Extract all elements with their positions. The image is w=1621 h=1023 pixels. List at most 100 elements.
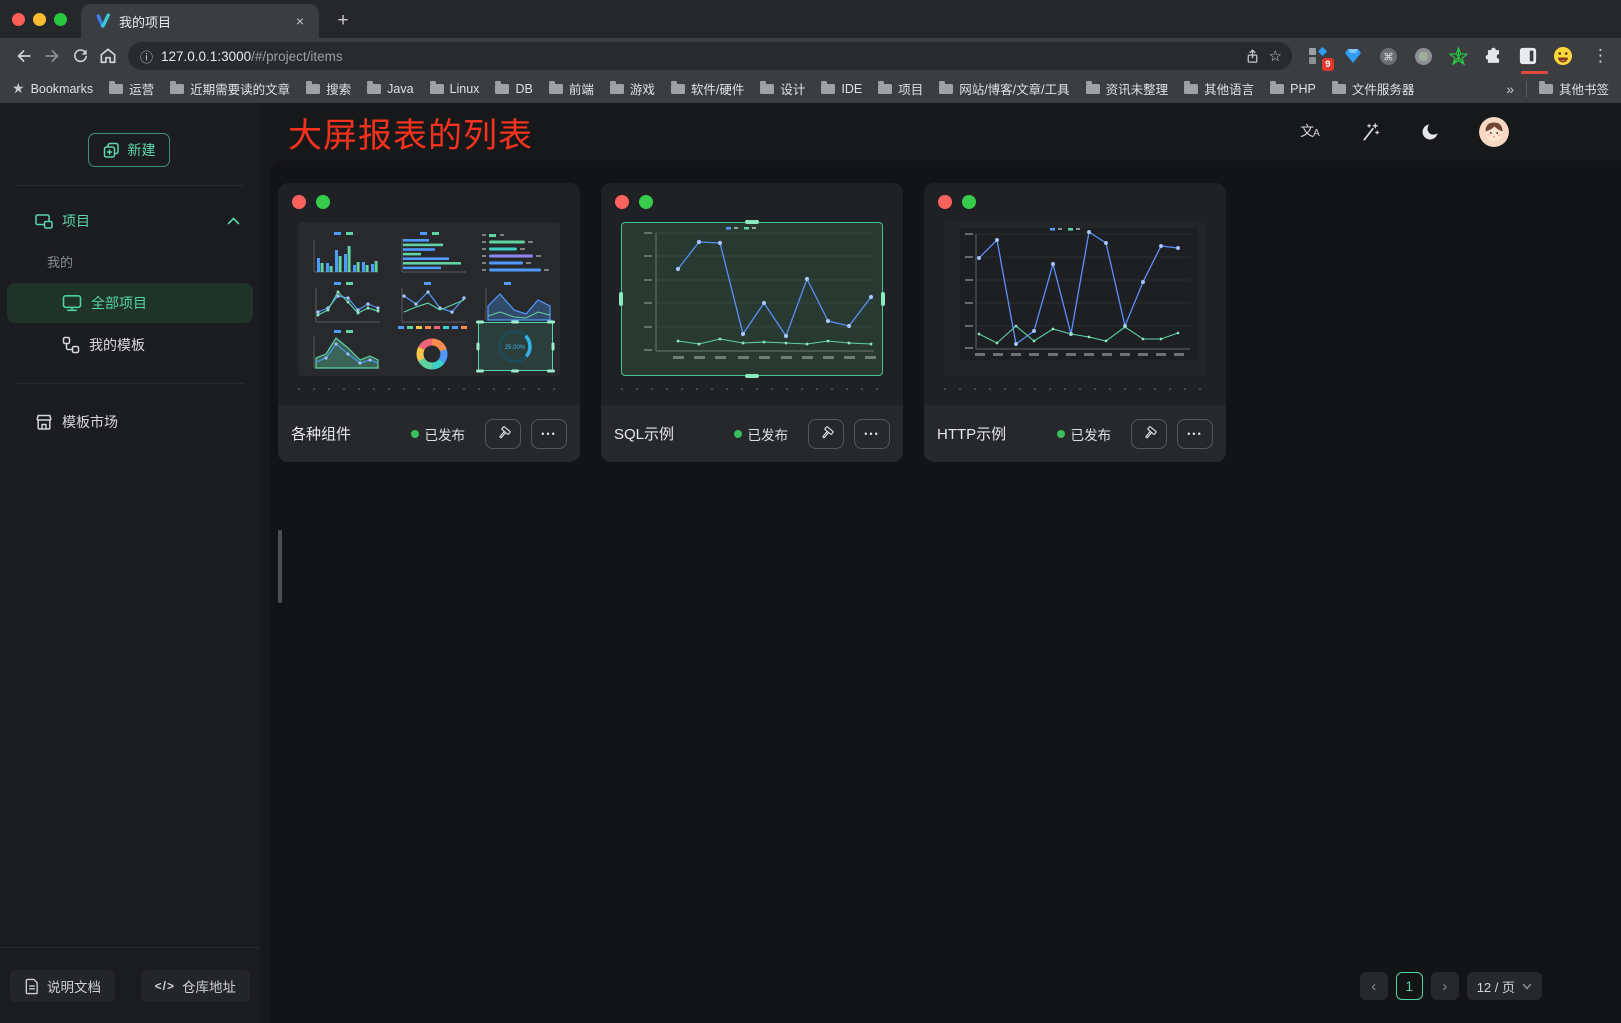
puzzle-icon — [1484, 47, 1503, 66]
bookmark-folder[interactable]: 游戏 — [610, 79, 655, 98]
projects-icon — [35, 213, 53, 230]
bookmark-folder[interactable]: PHP — [1270, 82, 1316, 96]
current-page-button[interactable]: 1 — [1396, 972, 1423, 1000]
reload-icon — [71, 47, 90, 66]
goview-favicon — [95, 13, 111, 29]
status-dot — [734, 430, 742, 438]
forward-icon — [42, 46, 62, 66]
sidebar-item-my-templates[interactable]: 我的模板 — [7, 325, 253, 365]
folder-icon — [939, 84, 953, 94]
bookmark-folder[interactable]: DB — [495, 82, 532, 96]
hammer-icon — [1141, 425, 1158, 442]
user-avatar[interactable] — [1479, 117, 1509, 147]
red-dot — [292, 195, 306, 209]
extension-gem-icon[interactable] — [1343, 46, 1363, 66]
green-star-icon — [1449, 47, 1468, 66]
green-dot — [639, 195, 653, 209]
bookmark-folder[interactable]: 软件/硬件 — [671, 79, 744, 98]
dark-mode-button[interactable] — [1419, 121, 1441, 143]
page-size-select[interactable]: 12 / 页 — [1467, 972, 1542, 1000]
extension-star-icon[interactable] — [1448, 46, 1468, 66]
document-icon — [24, 978, 40, 995]
sidebar-item-template-market[interactable]: 模板市场 — [7, 402, 253, 442]
sidebar-item-projects[interactable]: 项目 — [0, 204, 260, 238]
bookmark-folder[interactable]: 搜索 — [306, 79, 351, 98]
url-text[interactable]: 127.0.0.1:3000/#/project/items — [161, 49, 1236, 64]
address-bar[interactable]: ⓘ 127.0.0.1:3000/#/project/items ☆ — [128, 42, 1292, 70]
new-tab-button[interactable]: + — [329, 7, 357, 35]
bookmark-folder[interactable]: 设计 — [760, 79, 805, 98]
site-info-icon[interactable]: ⓘ — [140, 47, 153, 66]
share-icon[interactable] — [1244, 48, 1261, 65]
folder-icon — [495, 84, 509, 94]
more-options-button[interactable]: ••• — [1177, 419, 1213, 449]
bookmark-folder[interactable]: 运营 — [109, 79, 154, 98]
folder-icon — [109, 84, 123, 94]
extension-grid-icon[interactable]: 9 — [1308, 46, 1328, 66]
dotted-divider — [298, 388, 560, 390]
selection-handle — [881, 292, 885, 306]
extension-emoji-icon[interactable] — [1553, 46, 1573, 66]
extensions-row: 9 ⌘ — [1308, 46, 1609, 66]
tab-strip: 我的项目 × + — [0, 0, 1621, 38]
minimize-window-button[interactable] — [33, 13, 46, 26]
bookmarks-bar: ★ Bookmarks 运营 近期需要读的文章 搜索 Java Linux DB… — [0, 74, 1621, 103]
scrollbar-thumb[interactable] — [278, 530, 282, 603]
browser-menu-icon[interactable]: ⋮ — [1592, 46, 1609, 66]
project-thumbnail[interactable]: 25.00% — [298, 222, 560, 376]
bookmarks-manager[interactable]: ★ Bookmarks — [12, 80, 93, 97]
edit-project-button[interactable] — [808, 419, 844, 449]
theme-wand-button[interactable] — [1359, 121, 1381, 143]
new-project-button[interactable]: 新建 — [88, 133, 170, 167]
back-button[interactable] — [10, 42, 38, 70]
bookmark-folder[interactable]: Java — [367, 82, 413, 96]
folder-icon — [1539, 84, 1553, 94]
edit-project-button[interactable] — [485, 419, 521, 449]
project-thumbnail[interactable] — [944, 222, 1206, 376]
docs-button[interactable]: 说明文档 — [10, 970, 115, 1002]
green-dot — [316, 195, 330, 209]
screenshare-indicator — [1521, 71, 1548, 74]
project-card[interactable]: HTTP示例 已发布 ••• — [924, 183, 1226, 462]
extension-record-icon[interactable] — [1413, 46, 1433, 66]
bookmark-folder[interactable]: Linux — [430, 82, 480, 96]
browser-tab[interactable]: 我的项目 × — [81, 4, 319, 38]
extensions-puzzle-icon[interactable] — [1483, 46, 1503, 66]
forward-button[interactable] — [38, 42, 66, 70]
project-card[interactable]: SQL示例 已发布 ••• — [601, 183, 903, 462]
back-icon — [14, 46, 34, 66]
bookmark-folder[interactable]: 文件服务器 — [1332, 79, 1415, 98]
bookmark-star-icon[interactable]: ☆ — [1269, 47, 1282, 65]
bookmark-folder[interactable]: 前端 — [549, 79, 594, 98]
close-window-button[interactable] — [12, 13, 25, 26]
bookmark-folder[interactable]: 资讯未整理 — [1086, 79, 1169, 98]
language-toggle-button[interactable]: 文A — [1299, 121, 1321, 143]
zoom-window-button[interactable] — [54, 13, 67, 26]
bookmark-folder[interactable]: 其他语言 — [1184, 79, 1254, 98]
circle-dot-icon — [1414, 47, 1433, 66]
more-options-button[interactable]: ••• — [854, 419, 890, 449]
more-options-button[interactable]: ••• — [531, 419, 567, 449]
bookmark-folder[interactable]: 近期需要读的文章 — [170, 79, 290, 98]
home-button[interactable] — [94, 42, 122, 70]
project-card[interactable]: 25.00% 各种组件 已发布 — [278, 183, 580, 462]
repo-button[interactable]: </> 仓库地址 — [141, 970, 250, 1002]
more-icon: ••• — [541, 429, 556, 439]
next-page-button[interactable]: › — [1431, 972, 1459, 1000]
tab-close-icon[interactable]: × — [291, 12, 309, 30]
sidebar-item-all-projects[interactable]: 全部项目 — [7, 283, 253, 323]
edit-project-button[interactable] — [1131, 419, 1167, 449]
other-bookmarks-folder[interactable]: 其他书签 — [1539, 79, 1609, 98]
reload-button[interactable] — [66, 42, 94, 70]
bookmark-folder[interactable]: IDE — [821, 82, 862, 96]
bookmark-folder[interactable]: 项目 — [878, 79, 923, 98]
project-thumbnail[interactable] — [621, 222, 883, 376]
selection-handle — [745, 374, 759, 378]
divider — [16, 383, 244, 384]
extension-panel-icon[interactable] — [1518, 46, 1538, 66]
prev-page-button[interactable]: ‹ — [1360, 972, 1388, 1000]
extension-command-icon[interactable]: ⌘ — [1378, 46, 1398, 66]
bookmark-folder[interactable]: 网站/博客/文章/工具 — [939, 79, 1069, 98]
status-badge: 已发布 — [411, 424, 466, 444]
bookmarks-overflow-icon[interactable]: » — [1506, 81, 1514, 97]
